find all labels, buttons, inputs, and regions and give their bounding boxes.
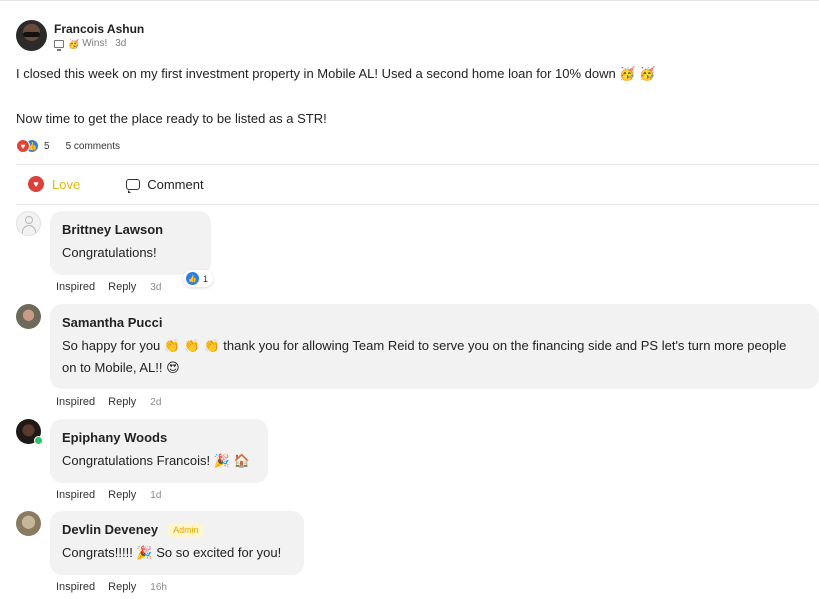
comment-actions: Inspired Reply 3d (56, 281, 161, 293)
comment-bubble: Devlin Deveney Admin Congrats!!!!! 🎉 So … (50, 511, 304, 575)
top-border (0, 0, 819, 1)
post-header: Francois Ashun 🥳 Wins! 3d (16, 20, 144, 51)
commenter-avatar[interactable] (16, 511, 41, 536)
comment-label: Comment (147, 176, 204, 192)
inspired-button[interactable]: Inspired (56, 581, 95, 593)
divider (16, 204, 819, 205)
comment-time: 16h (150, 581, 167, 593)
commenter-avatar[interactable] (16, 304, 41, 329)
comment-text: Congrats!!!!! 🎉 So so excited for you! (62, 545, 282, 560)
thumbs-up-icon: 👍 (186, 272, 199, 285)
admin-badge: Admin (168, 523, 204, 537)
comment-like-count[interactable]: 👍 1 (183, 270, 214, 287)
post-meta: 🥳 Wins! 3d (54, 37, 144, 51)
heart-icon: ♥ (28, 176, 44, 192)
inspired-button[interactable]: Inspired (56, 281, 95, 293)
comment-bubble: Samantha Pucci So happy for you 👏 👏 👏 th… (50, 304, 819, 389)
comment-actions: Inspired Reply 2d (56, 396, 161, 408)
monitor-icon (54, 39, 64, 51)
comment-text: So happy for you 👏 👏 👏 thank you for all… (62, 338, 787, 375)
love-button[interactable]: ♥ Love (28, 176, 80, 192)
comment-time: 1d (150, 489, 162, 501)
reply-button[interactable]: Reply (108, 581, 136, 593)
comment-actions: Inspired Reply 1d (56, 489, 161, 501)
category-emoji: 🥳 (68, 38, 80, 49)
commenter-name[interactable]: Samantha Pucci (62, 315, 807, 331)
comment-text: Congratulations Francois! 🎉 🏠 (62, 453, 250, 468)
comment-time: 2d (150, 396, 162, 408)
comments-count-link[interactable]: 5 comments (66, 141, 120, 152)
comment-time: 3d (150, 281, 162, 293)
post-body: I closed this week on my first investmen… (16, 65, 796, 155)
online-status-icon (34, 436, 43, 445)
commenter-name[interactable]: Brittney Lawson (62, 222, 199, 238)
comment-bubble-icon (126, 178, 141, 193)
divider (16, 164, 819, 165)
post-actions: ♥ Love Comment (28, 176, 204, 193)
post-time: 3d (115, 37, 127, 49)
commenter-name-row: Devlin Deveney Admin (62, 522, 292, 538)
post-category[interactable]: Wins! (82, 38, 107, 50)
comment-bubble: Brittney Lawson Congratulations! (50, 211, 211, 275)
heart-reaction-icon: ♥ (16, 139, 30, 153)
reply-button[interactable]: Reply (108, 396, 136, 408)
post-author-name[interactable]: Francois Ashun (54, 22, 144, 36)
comment-actions: Inspired Reply 16h (56, 581, 167, 593)
default-avatar-icon[interactable] (16, 211, 41, 236)
post-paragraph: Now time to get the place ready to be li… (16, 111, 327, 126)
comment-text: Congratulations! (62, 245, 157, 260)
comment-bubble: Epiphany Woods Congratulations Francois!… (50, 419, 268, 483)
author-avatar[interactable] (16, 20, 47, 51)
commenter-name[interactable]: Devlin Deveney (62, 522, 158, 538)
reaction-count: 5 (44, 140, 50, 152)
reply-button[interactable]: Reply (108, 281, 136, 293)
commenter-name[interactable]: Epiphany Woods (62, 430, 256, 446)
inspired-button[interactable]: Inspired (56, 396, 95, 408)
commenter-avatar[interactable] (16, 419, 43, 445)
comment-button[interactable]: Comment (126, 176, 204, 193)
love-label: Love (52, 176, 81, 192)
reply-button[interactable]: Reply (108, 489, 136, 501)
post-paragraph: I closed this week on my first investmen… (16, 66, 656, 81)
reaction-summary[interactable]: ♥ 👍 5 5 comments (16, 139, 120, 153)
inspired-button[interactable]: Inspired (56, 489, 95, 501)
like-count: 1 (203, 273, 209, 284)
